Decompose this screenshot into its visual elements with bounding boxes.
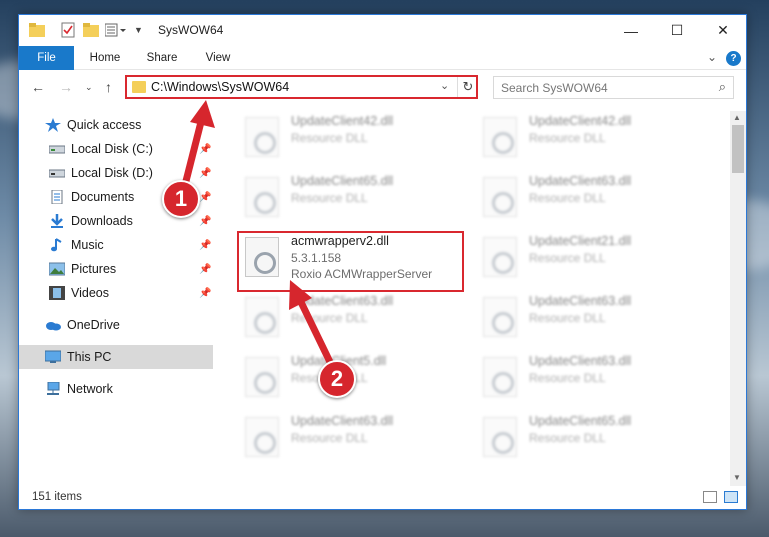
- arrow-1: [181, 100, 215, 186]
- step-1-badge: 1: [162, 180, 200, 218]
- arrow-2: [289, 280, 334, 364]
- step-2-badge: 2: [318, 360, 356, 398]
- annotation-arrows: [181, 100, 334, 364]
